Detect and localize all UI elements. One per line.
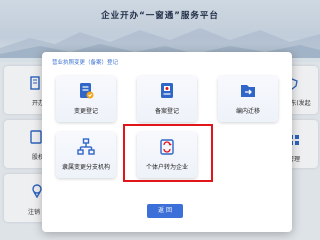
option-label: 隶属变更分支机构 (61, 164, 110, 171)
document-edit-icon (80, 83, 94, 99)
org-tree-icon (77, 138, 95, 155)
option-label: 变更登记 (73, 108, 98, 115)
highlight-box (123, 124, 213, 182)
option-relocation[interactable]: 编内迁移 (218, 76, 278, 122)
option-label: 备案登记 (154, 108, 179, 115)
option-filing-registration[interactable]: 备案登记 (137, 76, 197, 122)
option-branch-affiliation-change[interactable]: 隶属变更分支机构 (56, 132, 116, 178)
option-label: 编内迁移 (235, 108, 260, 115)
file-transfer-icon (241, 85, 255, 97)
option-change-registration[interactable]: 变更登记 (56, 76, 116, 122)
document-stamp-icon (161, 83, 173, 98)
back-button[interactable]: 返 回 (147, 204, 183, 218)
dialog-title: 营业执照变更（备案）登记 (52, 60, 119, 66)
